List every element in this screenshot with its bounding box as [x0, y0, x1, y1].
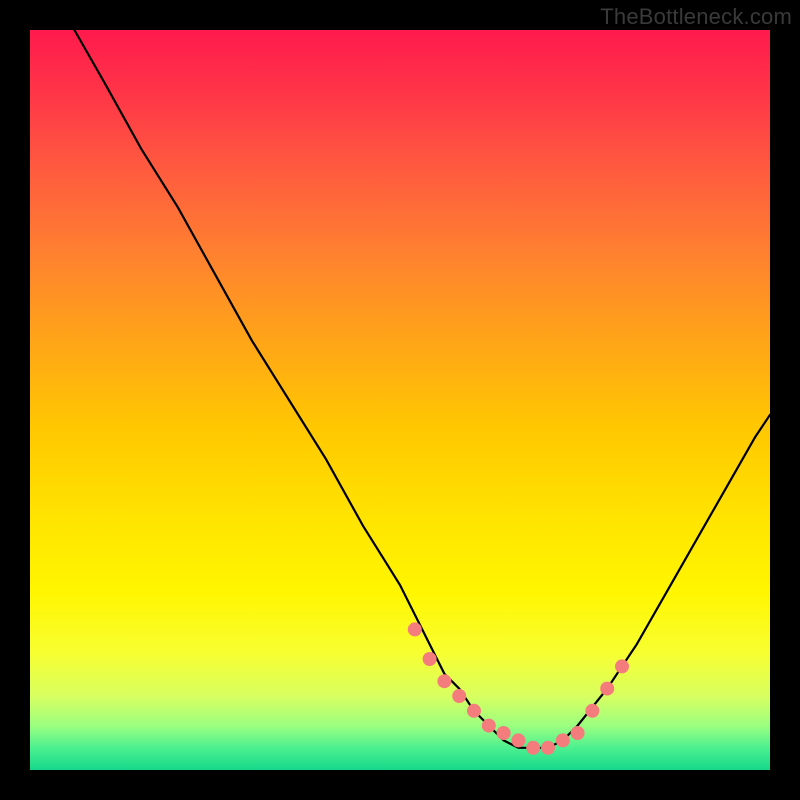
sample-dot	[600, 682, 614, 696]
sample-dot	[526, 741, 540, 755]
sample-dot	[571, 726, 585, 740]
sample-dot	[497, 726, 511, 740]
sample-dot	[408, 622, 422, 636]
sample-dots	[408, 622, 629, 754]
sample-dot	[615, 659, 629, 673]
chart-svg	[30, 30, 770, 770]
sample-dot	[541, 741, 555, 755]
chart-stage: TheBottleneck.com	[0, 0, 800, 800]
watermark-text: TheBottleneck.com	[600, 4, 792, 30]
sample-dot	[556, 733, 570, 747]
sample-dot	[437, 674, 451, 688]
bottleneck-curve	[74, 30, 770, 748]
sample-dot	[585, 704, 599, 718]
sample-dot	[423, 652, 437, 666]
plot-area	[30, 30, 770, 770]
sample-dot	[452, 689, 466, 703]
sample-dot	[511, 733, 525, 747]
sample-dot	[482, 719, 496, 733]
sample-dot	[467, 704, 481, 718]
